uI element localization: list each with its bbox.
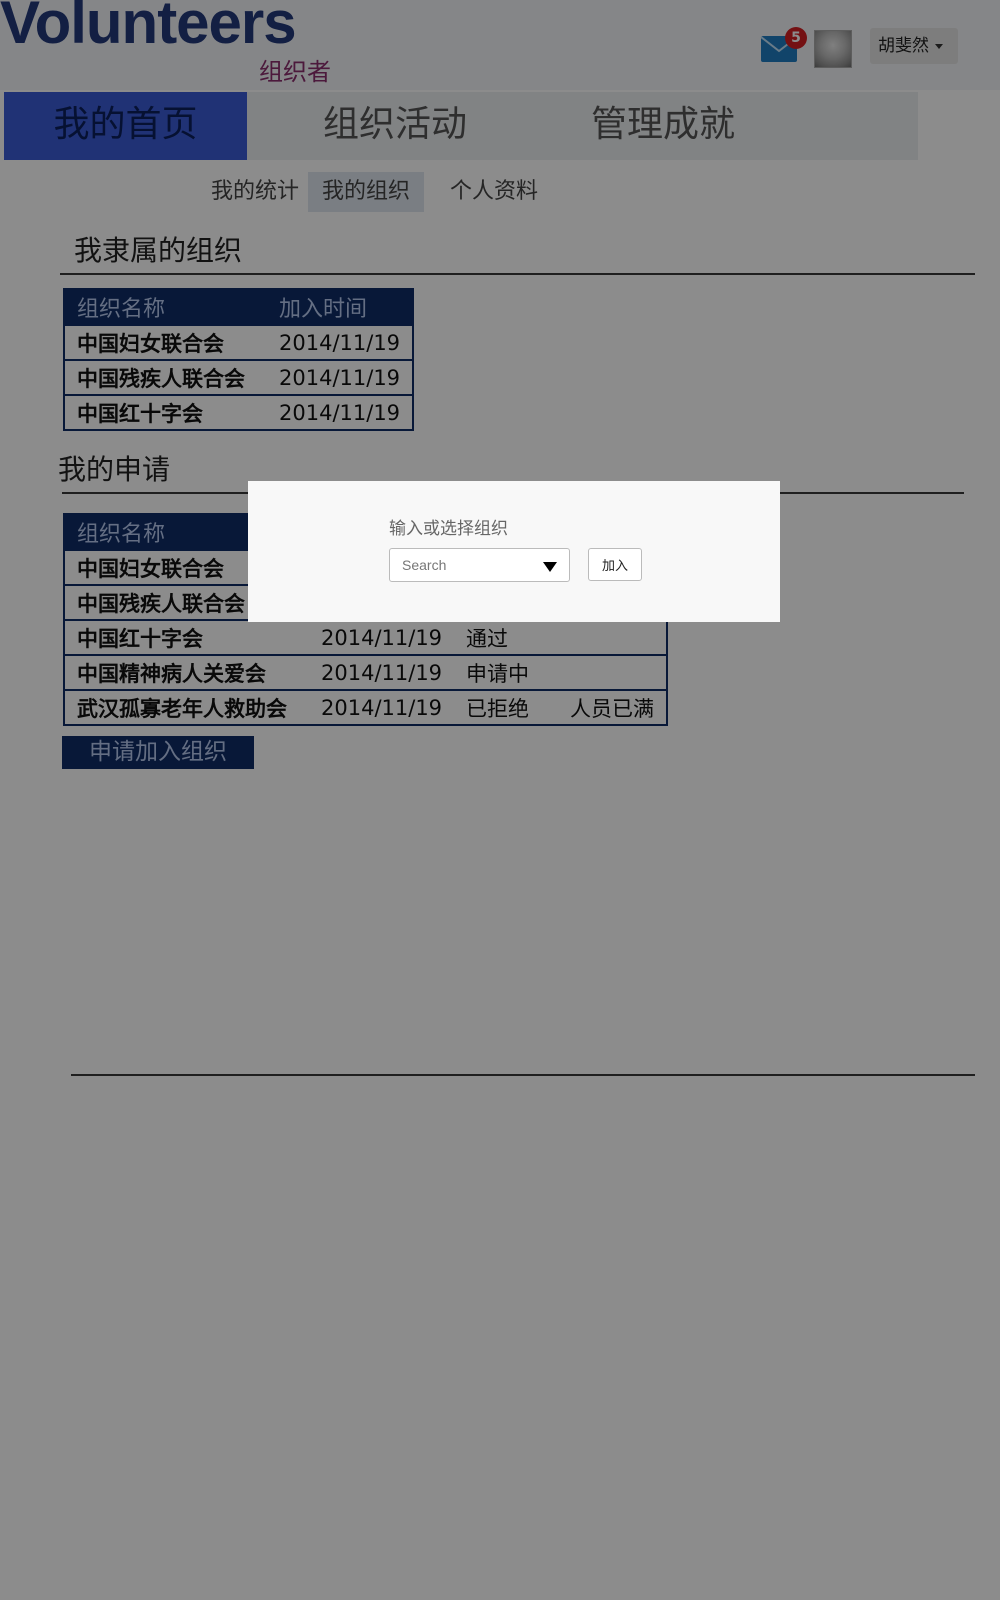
join-org-modal: 输入或选择组织 加入 bbox=[248, 481, 780, 622]
org-select[interactable] bbox=[389, 548, 570, 582]
modal-label: 输入或选择组织 bbox=[389, 519, 508, 539]
org-search-input[interactable] bbox=[390, 549, 552, 581]
modal-overlay[interactable] bbox=[0, 0, 1000, 1600]
join-button[interactable]: 加入 bbox=[588, 548, 642, 581]
dropdown-arrow-icon[interactable] bbox=[543, 562, 557, 572]
